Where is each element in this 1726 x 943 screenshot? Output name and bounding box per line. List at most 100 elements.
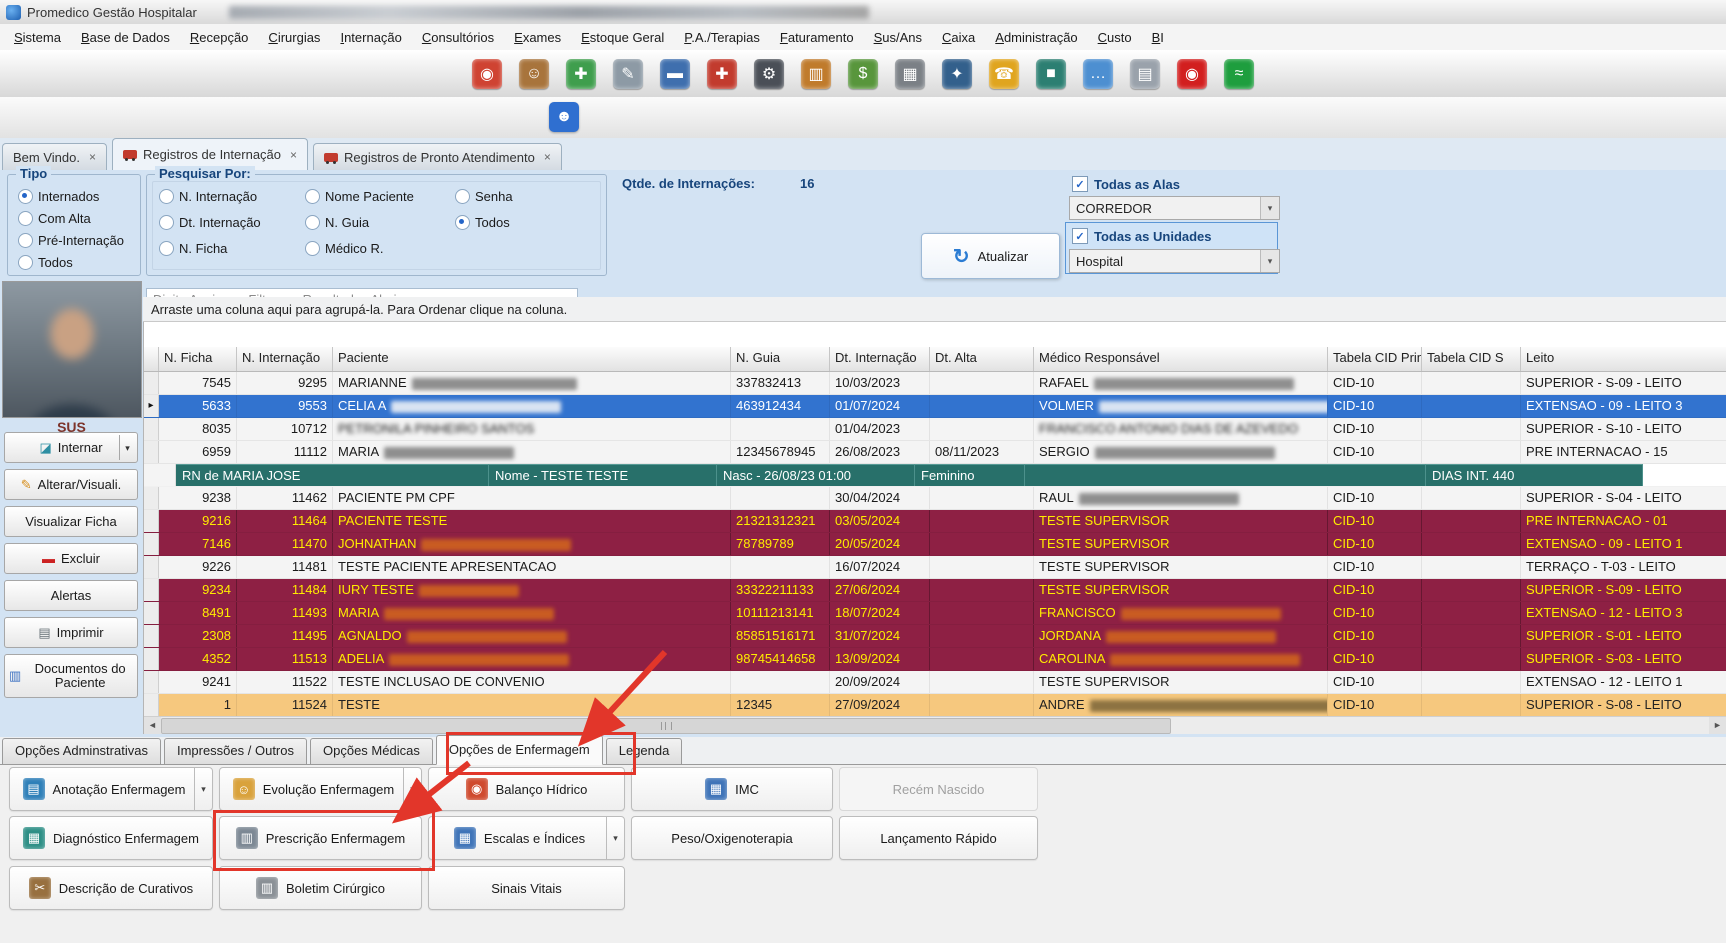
close-icon[interactable]: ×	[290, 148, 297, 162]
chevron-down-icon[interactable]: ▾	[606, 817, 624, 859]
ala-select[interactable]: CORREDOR ▾	[1069, 196, 1280, 220]
table-row[interactable]: ▸ 5633 9553 CELIA A 463912434 01/07/2024 VOLME…	[144, 395, 1726, 418]
chat-icon[interactable]: …	[1083, 58, 1113, 89]
column-header-tabela-cid-s[interactable]: Tabela CID S	[1422, 347, 1521, 371]
button-sinais-vitais[interactable]: Sinais Vitais	[428, 866, 625, 910]
button-boletim-cirurgico[interactable]: ▥ Boletim Cirúrgico	[219, 866, 422, 910]
button-diagnostico-enfermagem[interactable]: ▦ Diagnóstico Enfermagem	[9, 816, 213, 860]
column-header-n-internacao[interactable]: N. Internação	[237, 347, 333, 371]
menu-internacao[interactable]: Internação	[330, 26, 411, 49]
column-header-dt-alta[interactable]: Dt. Alta	[930, 347, 1034, 371]
table-row[interactable]: 9216 11464 PACIENTE TESTE 21321312321 03/05/…	[144, 510, 1726, 533]
table-row[interactable]: 9234 11484 IURY TESTE 33322211133 27/06/2024…	[144, 579, 1726, 602]
button-prescricao-enfermagem[interactable]: ▥ Prescrição Enfermagem	[219, 816, 422, 860]
surgery-center-icon[interactable]: ⚙	[754, 58, 784, 89]
todas-as-alas-checkbox[interactable]: ✓ Todas as Alas	[1072, 176, 1180, 192]
bottom-tab-opcoes-medicas[interactable]: Opções Médicas	[310, 738, 433, 765]
scroll-right-icon[interactable]: ►	[1709, 717, 1726, 734]
table-row[interactable]: 7146 11470 JOHNATHAN 78789789 20/05/2024 TEST…	[144, 533, 1726, 556]
column-header-medico-responsavel[interactable]: Médico Responsável	[1034, 347, 1328, 371]
menu-sus-ans[interactable]: Sus/Ans	[864, 26, 932, 49]
radio-internados[interactable]: Internados	[18, 189, 124, 204]
beds-icon[interactable]: ▬	[660, 58, 690, 89]
doctor-icon[interactable]: ✚	[566, 58, 596, 89]
unidade-select[interactable]: Hospital ▾	[1069, 249, 1280, 273]
chevron-down-icon[interactable]: ▾	[119, 435, 135, 460]
button-peso-oxigenoterapia[interactable]: Peso/Oxigenoterapia	[631, 816, 833, 860]
chevron-down-icon[interactable]: ▾	[1260, 197, 1279, 219]
button-descricao-de-curativos[interactable]: ✂ Descrição de Curativos	[9, 866, 213, 910]
radio-n-ficha[interactable]: N. Ficha	[159, 241, 305, 256]
atualizar-button[interactable]: ↻ Atualizar	[921, 233, 1060, 279]
tools-icon[interactable]: ✦	[942, 58, 972, 89]
monitor-icon[interactable]: ≈	[1224, 58, 1254, 89]
bottom-tab-impressoes-outros[interactable]: Impressões / Outros	[163, 738, 307, 765]
scrollbar-grip-icon[interactable]	[660, 722, 672, 730]
radio-nome-paciente[interactable]: Nome Paciente	[305, 189, 455, 204]
billing-icon[interactable]: $	[848, 58, 878, 89]
close-icon[interactable]: ×	[544, 150, 551, 164]
menu-bi[interactable]: BI	[1142, 26, 1174, 49]
radio-com-alta[interactable]: Com Alta	[18, 211, 124, 226]
exit-icon[interactable]: ◉	[1177, 58, 1207, 89]
radio-senha[interactable]: Senha	[455, 189, 575, 204]
bottom-tab-legenda[interactable]: Legenda	[605, 738, 683, 765]
menu-administracao[interactable]: Administração	[985, 26, 1087, 49]
tab-registros-de-pronto-atendimento[interactable]: Registros de Pronto Atendimento ×	[313, 143, 562, 170]
menu-sistema[interactable]: Sistema	[4, 26, 71, 49]
radio-dt-internacao[interactable]: Dt. Internação	[159, 215, 305, 230]
sidebar-button-internar[interactable]: ◪ Internar ▾	[4, 432, 138, 463]
button-evolucao-enfermagem[interactable]: ☺ Evolução Enfermagem ▾	[219, 767, 422, 811]
todas-as-unidades-checkbox[interactable]: ✓ Todas as Unidades	[1072, 228, 1212, 244]
button-escalas-e-indices[interactable]: ▦ Escalas e Índices ▾	[428, 816, 625, 860]
column-header-paciente[interactable]: Paciente	[333, 347, 731, 371]
library-icon[interactable]: ■	[1036, 58, 1066, 89]
menu-cirurgias[interactable]: Cirurgias	[258, 26, 330, 49]
radio-n-guia[interactable]: N. Guia	[305, 215, 455, 230]
table-row[interactable]: 8035 10712 PETRONILA PINHEIRO SANTOS 01/04/…	[144, 418, 1726, 441]
sidebar-button-alterar-visuali[interactable]: ✎ Alterar/Visuali.	[4, 469, 138, 500]
horizontal-scrollbar[interactable]: ◄ ►	[144, 716, 1726, 734]
menu-estoque-geral[interactable]: Estoque Geral	[571, 26, 674, 49]
scrollbar-thumb[interactable]	[161, 718, 1171, 734]
column-header-dt-internacao[interactable]: Dt. Internação	[830, 347, 930, 371]
invoice-icon[interactable]: ▤	[1130, 58, 1160, 89]
scroll-left-icon[interactable]: ◄	[144, 717, 161, 734]
sidebar-button-excluir[interactable]: ▬ Excluir	[4, 543, 138, 574]
table-row[interactable]: 8491 11493 MARIA 10111213141 18/07/2024 FRANC…	[144, 602, 1726, 625]
menu-custo[interactable]: Custo	[1088, 26, 1142, 49]
table-row[interactable]: 9241 11522 TESTE INCLUSAO DE CONVENIO 20/09…	[144, 671, 1726, 694]
patient-record-icon[interactable]: ☻	[549, 102, 579, 132]
menu-exames[interactable]: Exames	[504, 26, 571, 49]
button-imc[interactable]: ▦ IMC	[631, 767, 833, 811]
chevron-down-icon[interactable]: ▾	[403, 768, 421, 810]
table-row[interactable]: 9226 11481 TESTE PACIENTE APRESENTACAO 16/0…	[144, 556, 1726, 579]
sidebar-button-documentos-do-paciente[interactable]: ▥ Documentos do Paciente	[4, 654, 138, 698]
chevron-down-icon[interactable]: ▾	[1260, 250, 1279, 272]
table-row[interactable]: 7545 9295 MARIANNE 337832413 10/03/2023 RAFAE…	[144, 372, 1726, 395]
column-header-n-guia[interactable]: N. Guia	[731, 347, 830, 371]
close-icon[interactable]: ×	[89, 150, 96, 164]
table-row[interactable]: 1 11524 TESTE 12345 27/09/2024 ANDRE CID-10 SUP…	[144, 694, 1726, 716]
table-row[interactable]: 9238 11462 PACIENTE PM CPF 30/04/2024 RAUL CI…	[144, 487, 1726, 510]
radio-medico-r[interactable]: Médico R.	[305, 241, 455, 256]
menu-base-de-dados[interactable]: Base de Dados	[71, 26, 180, 49]
vault-icon[interactable]: ▦	[895, 58, 925, 89]
menu-consultorios[interactable]: Consultórios	[412, 26, 504, 49]
radio-todos[interactable]: Todos	[18, 255, 124, 270]
group-by-hint-bar[interactable]: Arraste uma coluna aqui para agrupá-la. …	[143, 297, 1726, 322]
radio-pre-internacao[interactable]: Pré-Internação	[18, 233, 124, 248]
button-balanco-hidrico[interactable]: ◉ Balanço Hídrico	[428, 767, 625, 811]
radio-n-internacao[interactable]: N. Internação	[159, 189, 305, 204]
menu-faturamento[interactable]: Faturamento	[770, 26, 864, 49]
bottom-tab-opcoes-adminstrativas[interactable]: Opções Adminstrativas	[2, 738, 161, 765]
newborn-sub-row[interactable]: RN de MARIA JOSE Nome - TESTE TESTE Nasc -…	[144, 464, 1726, 487]
prescription-icon[interactable]: ✎	[613, 58, 643, 89]
menu-recepcao[interactable]: Recepção	[180, 26, 259, 49]
radio-todos[interactable]: Todos	[455, 215, 575, 230]
phone-icon[interactable]: ☎	[989, 58, 1019, 89]
button-anotacao-enfermagem[interactable]: ▤ Anotação Enfermagem ▾	[9, 767, 213, 811]
sidebar-button-alertas[interactable]: Alertas	[4, 580, 138, 611]
button-lancamento-rapido[interactable]: Lançamento Rápido	[839, 816, 1038, 860]
sidebar-button-imprimir[interactable]: ▤ Imprimir	[4, 617, 138, 648]
